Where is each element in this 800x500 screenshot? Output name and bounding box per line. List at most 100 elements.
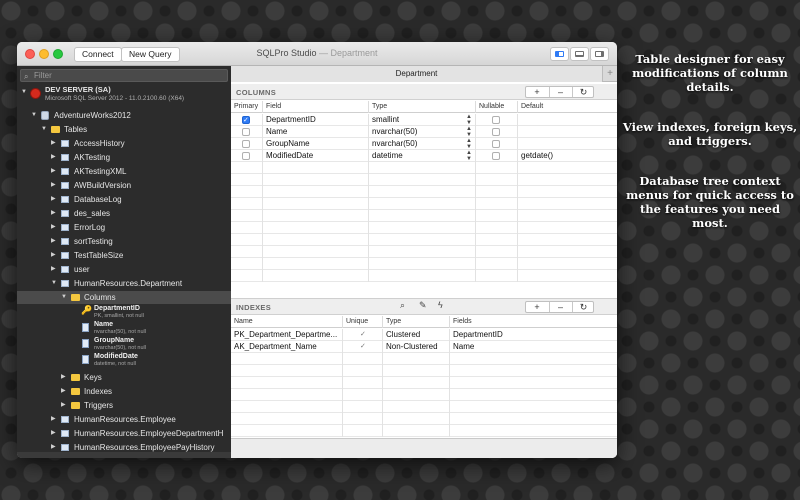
- remove-column-button[interactable]: –: [549, 87, 571, 97]
- tree-table-node[interactable]: ▶ TestTableSize: [17, 249, 231, 262]
- refresh-indexes-button[interactable]: ↻: [572, 302, 594, 312]
- column-header[interactable]: Primary: [231, 101, 263, 113]
- default-cell[interactable]: [518, 114, 617, 126]
- refresh-columns-button[interactable]: ↻: [572, 87, 594, 97]
- field-cell[interactable]: GroupName: [263, 138, 369, 150]
- nullable-checkbox[interactable]: [492, 116, 500, 124]
- index-fields-cell[interactable]: DepartmentID: [450, 329, 617, 341]
- type-select-arrows-icon[interactable]: ▲ ▼: [466, 126, 472, 138]
- expand-triangle-icon[interactable]: ▼: [31, 109, 37, 122]
- index-name-cell[interactable]: PK_Department_Departme...: [231, 329, 343, 341]
- table-row[interactable]: Name nvarchar(50) ▲ ▼: [231, 126, 617, 138]
- column-header[interactable]: Unique: [343, 316, 383, 328]
- collapsed-triangle-icon[interactable]: ▶: [51, 413, 56, 426]
- collapsed-triangle-icon[interactable]: ▶: [61, 385, 66, 398]
- tree-table-node[interactable]: ▶ sortTesting: [17, 235, 231, 248]
- tree-expanded-table-node[interactable]: ▼ HumanResources.Department: [17, 277, 231, 290]
- field-cell[interactable]: DepartmentID: [263, 114, 369, 126]
- collapsed-triangle-icon[interactable]: ▶: [51, 151, 56, 164]
- collapsed-triangle-icon[interactable]: ▶: [51, 137, 56, 150]
- collapsed-triangle-icon[interactable]: ▶: [51, 249, 56, 262]
- collapsed-triangle-icon[interactable]: ▶: [61, 399, 66, 412]
- tree-table-node[interactable]: ▶ HumanResources.EmployeeDepartmentH: [17, 427, 231, 440]
- primary-checkbox[interactable]: [242, 140, 250, 148]
- tree-table-node[interactable]: ▶ des_sales: [17, 207, 231, 220]
- tree-table-node[interactable]: ▶ AccessHistory: [17, 137, 231, 150]
- index-type-cell[interactable]: Clustered: [383, 329, 450, 341]
- expand-triangle-icon[interactable]: ▼: [61, 291, 67, 304]
- add-index-button[interactable]: +: [526, 302, 548, 312]
- filter-input[interactable]: ⌕ Filter: [20, 69, 228, 82]
- type-select-arrows-icon[interactable]: ▲ ▼: [466, 150, 472, 162]
- collapsed-triangle-icon[interactable]: ▶: [51, 235, 56, 248]
- unique-check-icon[interactable]: ✓: [360, 329, 366, 341]
- expand-triangle-icon[interactable]: ▼: [41, 123, 47, 136]
- index-name-cell[interactable]: AK_Department_Name: [231, 341, 343, 353]
- field-cell[interactable]: Name: [263, 126, 369, 138]
- nullable-checkbox[interactable]: [492, 152, 500, 160]
- tree-table-node[interactable]: ▶ AKTestingXML: [17, 165, 231, 178]
- type-select-arrows-icon[interactable]: ▲ ▼: [466, 138, 472, 150]
- field-cell[interactable]: ModifiedDate: [263, 150, 369, 162]
- expand-triangle-icon[interactable]: ▼: [21, 86, 27, 99]
- table-row[interactable]: AK_Department_Name ✓ Non-Clustered Name: [231, 341, 617, 353]
- remove-index-button[interactable]: –: [549, 302, 571, 312]
- collapsed-triangle-icon[interactable]: ▶: [61, 371, 66, 384]
- tree-database-node[interactable]: ▼ AdventureWorks2012: [17, 109, 231, 122]
- lightning-icon[interactable]: ϟ: [438, 300, 443, 310]
- type-cell[interactable]: nvarchar(50) ▲ ▼: [369, 138, 476, 150]
- table-row[interactable]: GroupName nvarchar(50) ▲ ▼: [231, 138, 617, 150]
- type-cell[interactable]: datetime ▲ ▼: [369, 150, 476, 162]
- column-header[interactable]: Default: [518, 101, 617, 113]
- column-header[interactable]: Type: [369, 101, 476, 113]
- tree-indexes-folder[interactable]: ▶ Indexes: [17, 385, 231, 398]
- collapsed-triangle-icon[interactable]: ▶: [51, 207, 56, 220]
- tree-keys-folder[interactable]: ▶ Keys: [17, 371, 231, 384]
- sidebar-horizontal-scrollbar[interactable]: [17, 452, 231, 458]
- column-header[interactable]: Name: [231, 316, 343, 328]
- tree-table-node[interactable]: ▶ ErrorLog: [17, 221, 231, 234]
- tree-columns-folder[interactable]: ▼ Columns: [17, 291, 231, 304]
- index-type-cell[interactable]: Non-Clustered: [383, 341, 450, 353]
- collapsed-triangle-icon[interactable]: ▶: [51, 179, 56, 192]
- default-cell[interactable]: getdate(): [518, 150, 617, 162]
- table-row[interactable]: PK_Department_Departme... ✓ Clustered De…: [231, 329, 617, 341]
- unique-check-icon[interactable]: ✓: [360, 341, 366, 353]
- table-row[interactable]: DepartmentID smallint ▲▼: [231, 114, 617, 126]
- collapsed-triangle-icon[interactable]: ▶: [51, 427, 56, 440]
- wrench-icon[interactable]: ✎: [419, 300, 427, 311]
- collapsed-triangle-icon[interactable]: ▶: [51, 221, 56, 234]
- nullable-checkbox[interactable]: [492, 128, 500, 136]
- primary-checkbox[interactable]: [242, 128, 250, 136]
- toggle-sidebar-button[interactable]: [550, 47, 569, 61]
- type-select-arrows-icon[interactable]: ▲ ▼: [466, 114, 472, 126]
- toggle-bottom-panel-button[interactable]: [570, 47, 589, 61]
- add-tab-button[interactable]: +: [603, 66, 617, 82]
- tree-table-node[interactable]: ▶ DatabaseLog: [17, 193, 231, 206]
- add-column-button[interactable]: +: [526, 87, 548, 97]
- tree-table-node[interactable]: ▶ user: [17, 263, 231, 276]
- search-index-icon[interactable]: ⌕: [400, 300, 405, 311]
- column-header[interactable]: Nullable: [476, 101, 518, 113]
- default-cell[interactable]: [518, 138, 617, 150]
- collapsed-triangle-icon[interactable]: ▶: [51, 263, 56, 276]
- column-header[interactable]: Type: [383, 316, 450, 328]
- tab-department[interactable]: Department: [231, 66, 603, 82]
- tree-server-node[interactable]: ▼ DEV SERVER (SA) Microsoft SQL Server 2…: [17, 85, 231, 107]
- type-cell[interactable]: smallint ▲ ▼: [369, 114, 476, 126]
- type-cell[interactable]: nvarchar(50) ▲ ▼: [369, 126, 476, 138]
- column-header[interactable]: Fields: [450, 316, 617, 328]
- nullable-checkbox[interactable]: [492, 140, 500, 148]
- primary-checkbox[interactable]: [242, 115, 250, 126]
- collapsed-triangle-icon[interactable]: ▶: [51, 193, 56, 206]
- primary-checkbox[interactable]: [242, 152, 250, 160]
- default-cell[interactable]: [518, 126, 617, 138]
- tree-table-node[interactable]: ▶ HumanResources.Employee: [17, 413, 231, 426]
- tree-tables-folder[interactable]: ▼ Tables: [17, 123, 231, 136]
- index-fields-cell[interactable]: Name: [450, 341, 617, 353]
- tree-table-node[interactable]: ▶ AWBuildVersion: [17, 179, 231, 192]
- table-row[interactable]: ModifiedDate datetime ▲ ▼ getdate(): [231, 150, 617, 162]
- tree-table-node[interactable]: ▶ AKTesting: [17, 151, 231, 164]
- column-header[interactable]: Field: [263, 101, 369, 113]
- collapsed-triangle-icon[interactable]: ▶: [51, 165, 56, 178]
